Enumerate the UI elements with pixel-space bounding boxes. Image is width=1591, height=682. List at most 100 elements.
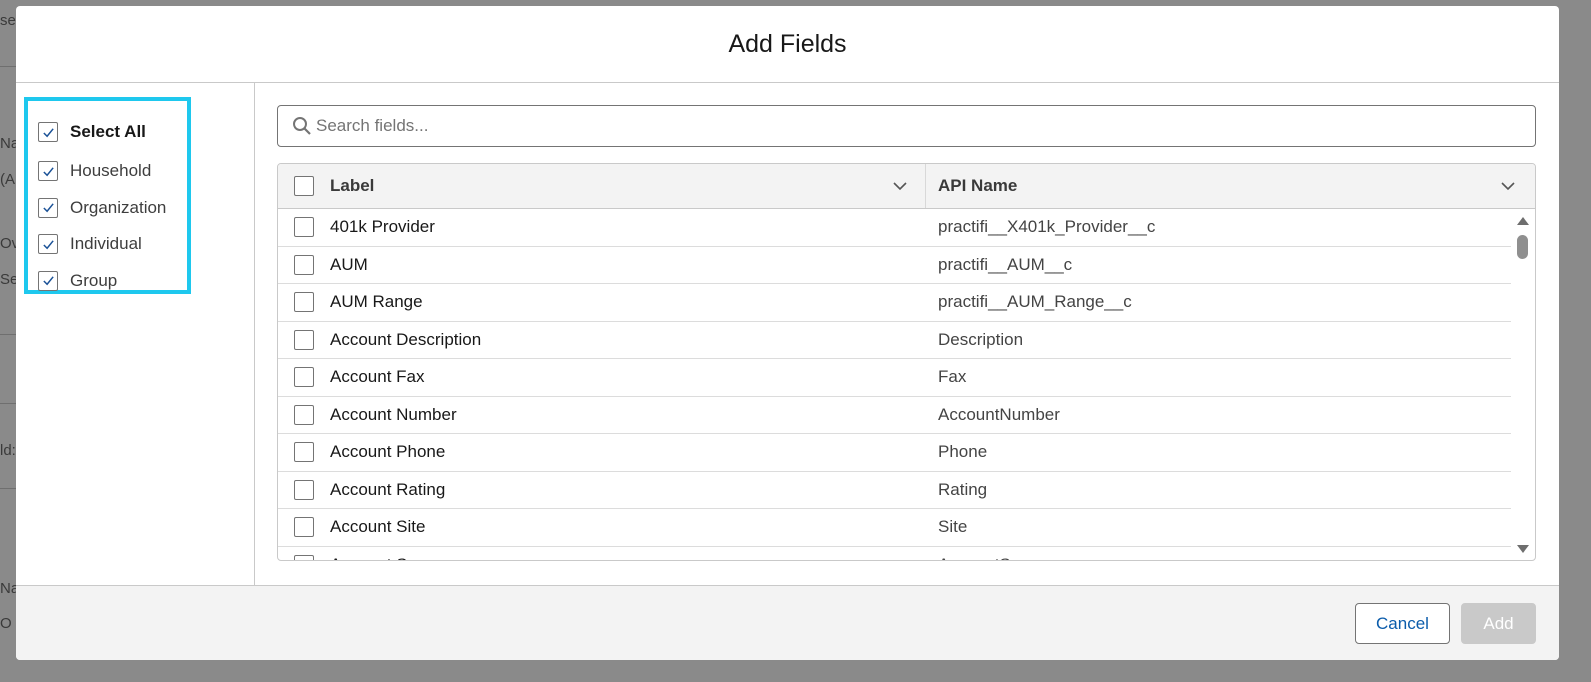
table-row[interactable]: Account Site Site <box>278 509 1511 547</box>
header-checkbox-cell <box>278 176 330 196</box>
add-fields-modal: Add Fields Select All Household Organiza… <box>16 6 1559 660</box>
background-text: Ov <box>0 235 17 252</box>
search-input[interactable] <box>316 116 1516 136</box>
api-name-column-title: API Name <box>938 176 1018 195</box>
chevron-down-icon[interactable] <box>1499 177 1517 195</box>
record-type-individual[interactable]: Individual <box>28 226 187 263</box>
search-icon <box>293 117 311 135</box>
table-row[interactable]: Account Description Description <box>278 322 1511 359</box>
field-api-name: practifi__AUM__c <box>938 254 1073 274</box>
record-type-list: Select All Household Organization Indivi… <box>24 97 191 294</box>
scroll-down-arrow-icon[interactable] <box>1517 545 1529 553</box>
field-api-name: practifi__AUM_Range__c <box>938 292 1132 312</box>
background-divider <box>0 403 17 404</box>
field-label: Account Rating <box>330 479 446 499</box>
row-checkbox[interactable] <box>294 292 314 313</box>
select-all-checkbox[interactable] <box>38 122 58 142</box>
record-type-label: Household <box>70 161 152 181</box>
field-label: Account Phone <box>330 442 446 462</box>
organization-checkbox[interactable] <box>38 197 58 218</box>
record-type-household[interactable]: Household <box>28 153 187 190</box>
background-text: se <box>0 12 16 29</box>
modal-title: Add Fields <box>728 29 847 58</box>
record-type-label: Group <box>70 270 118 290</box>
scroll-up-arrow-icon[interactable] <box>1517 217 1529 225</box>
row-checkbox[interactable] <box>294 404 314 425</box>
checkmark-icon <box>42 167 54 177</box>
background-text: Na <box>0 135 17 152</box>
record-type-sidebar: Select All Household Organization Indivi… <box>16 83 255 585</box>
background-divider <box>0 66 17 67</box>
row-checkbox[interactable] <box>294 329 314 350</box>
background-text: Se <box>0 271 17 288</box>
field-label: Account Description <box>330 329 482 349</box>
chevron-down-icon[interactable] <box>891 177 909 195</box>
group-checkbox[interactable] <box>38 270 58 291</box>
record-type-organization[interactable]: Organization <box>28 190 187 227</box>
checkmark-icon <box>42 240 54 250</box>
background-text: (A <box>0 171 15 188</box>
individual-checkbox[interactable] <box>38 234 58 255</box>
api-name-column-header[interactable]: API Name <box>926 164 1535 208</box>
field-api-name: AccountNumber <box>938 404 1060 424</box>
label-column-header[interactable]: Label <box>330 164 926 208</box>
field-api-name: Fax <box>938 367 967 387</box>
checkmark-icon <box>42 276 54 286</box>
household-checkbox[interactable] <box>38 161 58 182</box>
table-body: 401k Provider practifi__X401k_Provider__… <box>278 209 1535 560</box>
field-label: Account Source <box>330 547 926 560</box>
field-label: 401k Provider <box>330 217 435 237</box>
field-label: AUM <box>330 254 368 274</box>
select-all-rows-checkbox[interactable] <box>294 176 314 196</box>
field-label: Account Fax <box>330 367 425 387</box>
background-divider <box>0 488 17 489</box>
table-row[interactable]: Account Number AccountNumber <box>278 397 1511 434</box>
fields-table: Label API Name 401k Provider practifi__X… <box>277 163 1536 561</box>
table-row[interactable]: AUM Range practifi__AUM_Range__c <box>278 284 1511 322</box>
table-row[interactable]: Account Phone Phone <box>278 434 1511 472</box>
background-text: ld: <box>0 442 16 459</box>
record-type-label: Organization <box>70 197 167 217</box>
select-all-label: Select All <box>70 122 146 141</box>
scroll-thumb[interactable] <box>1517 235 1528 259</box>
search-box[interactable] <box>277 105 1536 147</box>
modal-header: Add Fields <box>16 6 1559 83</box>
field-api-name: Site <box>938 517 968 537</box>
table-header: Label API Name <box>278 164 1535 209</box>
cancel-button[interactable]: Cancel <box>1355 603 1450 644</box>
row-checkbox[interactable] <box>294 254 314 275</box>
record-type-label: Individual <box>70 234 142 254</box>
checkmark-icon <box>42 203 54 213</box>
fields-panel: Label API Name 401k Provider practifi__X… <box>255 83 1559 585</box>
background-divider <box>0 334 17 335</box>
row-checkbox[interactable] <box>294 217 314 238</box>
row-checkbox[interactable] <box>294 479 314 500</box>
background-text: O <box>0 615 12 632</box>
add-button[interactable]: Add <box>1461 603 1536 644</box>
row-checkbox[interactable] <box>294 554 314 560</box>
field-label: AUM Range <box>330 292 423 312</box>
table-row[interactable]: Account Rating Rating <box>278 472 1511 509</box>
label-column-title: Label <box>330 176 375 195</box>
record-type-group[interactable]: Group <box>28 263 187 300</box>
table-scrollbar[interactable] <box>1515 209 1529 560</box>
modal-body: Select All Household Organization Indivi… <box>16 83 1559 585</box>
select-all-option[interactable]: Select All <box>28 111 187 153</box>
table-row[interactable]: 401k Provider practifi__X401k_Provider__… <box>278 209 1511 247</box>
table-row[interactable]: Account Source AccountSource <box>278 547 1511 560</box>
row-checkbox[interactable] <box>294 517 314 538</box>
field-label: Account Site <box>330 517 426 537</box>
table-row[interactable]: AUM practifi__AUM__c <box>278 247 1511 284</box>
background-text: Na <box>0 580 17 597</box>
background-right-edge <box>1559 0 1591 682</box>
field-label: Account Number <box>330 404 457 424</box>
row-checkbox[interactable] <box>294 442 314 463</box>
field-api-name: AccountSource <box>926 547 1511 560</box>
field-api-name: Phone <box>938 442 988 462</box>
field-api-name: practifi__X401k_Provider__c <box>938 217 1156 237</box>
modal-footer: Cancel Add <box>16 585 1559 660</box>
row-checkbox[interactable] <box>294 367 314 388</box>
field-api-name: Rating <box>938 479 988 499</box>
table-row[interactable]: Account Fax Fax <box>278 359 1511 397</box>
checkmark-icon <box>42 127 54 137</box>
